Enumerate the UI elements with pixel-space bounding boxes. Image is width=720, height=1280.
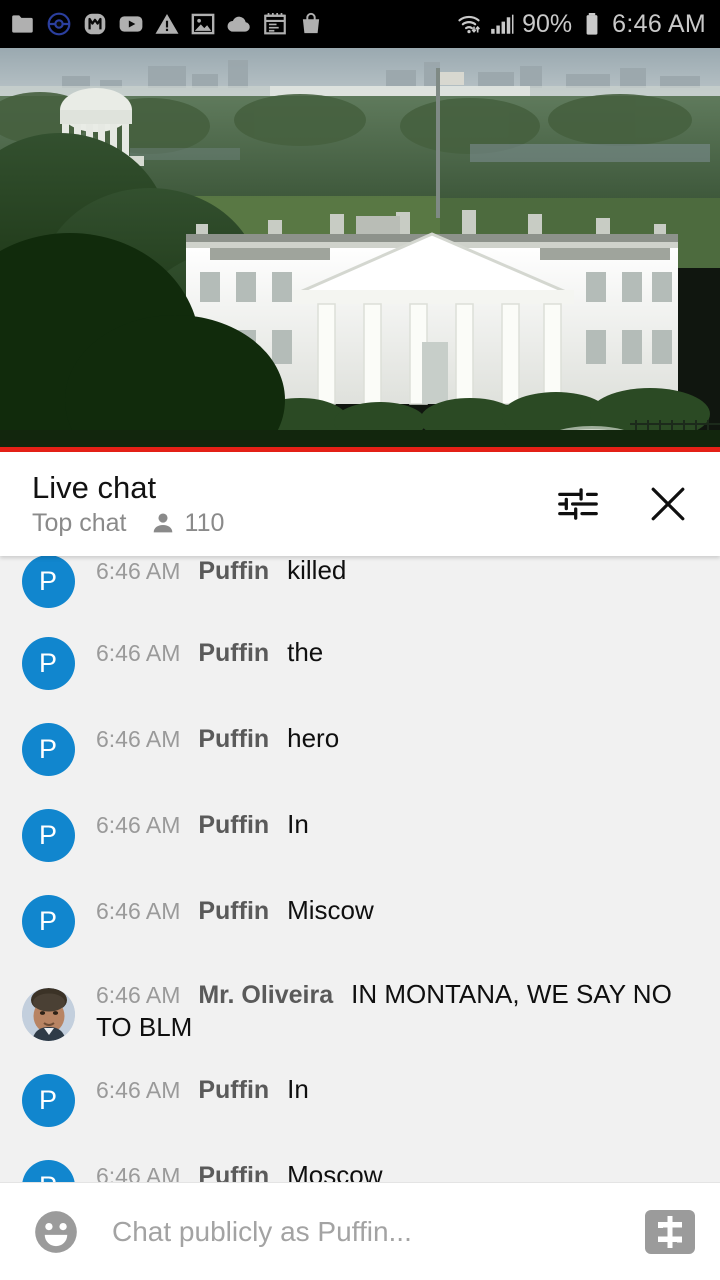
message-body: 6:46 AM Puffin In (96, 808, 696, 841)
shopping-bag-icon (298, 11, 324, 37)
message-timestamp: 6:46 AM (96, 982, 181, 1008)
chat-message-list[interactable]: P 6:46 AM Puffin killed P 6:46 AM Puffin… (0, 556, 720, 1182)
chat-input[interactable] (90, 1215, 638, 1248)
avatar-photo (21, 988, 75, 1041)
emoji-smiley-icon[interactable] (26, 1202, 86, 1262)
chat-message[interactable]: P 6:46 AM Puffin In (0, 792, 720, 878)
chat-message[interactable]: P 6:46 AM Puffin In (0, 1059, 720, 1143)
message-timestamp: 6:46 AM (96, 726, 181, 752)
message-author[interactable]: Puffin (198, 897, 269, 925)
avatar-wrap (0, 978, 96, 1041)
message-author[interactable]: Puffin (198, 811, 269, 839)
chat-message[interactable]: P 6:46 AM Puffin Moscow (0, 1143, 720, 1182)
youtube-live-chat-screen: 90% 6:46 AM Live chat Top chat 110 P 6:4… (0, 0, 720, 1280)
message-body: 6:46 AM Puffin the (96, 636, 696, 669)
message-text: IN MONTANA, WE SAY NO TO BLM (96, 979, 672, 1043)
live-chat-actions (550, 476, 696, 532)
live-chat-subtitle[interactable]: Top chat 110 (32, 510, 224, 536)
avatar[interactable]: P (21, 1159, 75, 1182)
youtube-icon (118, 11, 144, 37)
avatar-wrap: P (0, 894, 96, 948)
wifi-icon (456, 11, 482, 37)
avatar[interactable]: P (21, 556, 75, 608)
tune-sliders-icon[interactable] (550, 476, 606, 532)
viewer-count-label: 110 (184, 508, 225, 537)
avatar[interactable]: P (21, 1073, 75, 1127)
avatar-wrap: P (0, 1073, 96, 1127)
message-body: 6:46 AM Puffin In (96, 1073, 696, 1106)
message-text: Miscow (287, 895, 374, 925)
avatar-initial: P (38, 734, 57, 764)
status-bar-system-indicators: 90% 6:46 AM (456, 11, 706, 37)
message-text: killed (287, 556, 347, 585)
avatar-wrap: P (0, 556, 96, 608)
chat-message[interactable]: P 6:46 AM Puffin Miscow (0, 878, 720, 964)
avatar[interactable] (21, 988, 75, 1041)
white-house-video-frame (0, 48, 720, 447)
chat-message[interactable]: P 6:46 AM Puffin killed (0, 556, 720, 620)
message-timestamp: 6:46 AM (96, 1076, 181, 1103)
message-body: 6:46 AM Puffin Miscow (96, 894, 696, 927)
clock-label: 6:46 AM (612, 9, 706, 38)
cell-signal-icon (489, 11, 515, 37)
status-bar: 90% 6:46 AM (0, 0, 720, 48)
avatar-initial: P (38, 566, 57, 596)
status-bar-notification-icons (10, 11, 324, 37)
cloud-icon (226, 11, 252, 37)
message-text: the (287, 637, 324, 667)
page-title: Live chat (32, 470, 157, 505)
live-chat-titles: Live chat Top chat 110 (32, 472, 224, 536)
battery-icon (579, 11, 605, 37)
folder-icon (10, 11, 36, 37)
avatar[interactable]: P (21, 895, 75, 948)
avatar-wrap: P (0, 636, 96, 690)
live-chat-header: Live chat Top chat 110 (0, 452, 720, 556)
avatar-initial: P (38, 906, 57, 936)
chat-message[interactable]: P 6:46 AM Puffin the (0, 620, 720, 706)
chat-message[interactable]: P 6:46 AM Puffin hero (0, 706, 720, 792)
pokeball-icon (46, 11, 72, 37)
message-author[interactable]: Puffin (198, 725, 269, 753)
message-timestamp: 6:46 AM (96, 812, 181, 838)
chat-message[interactable]: 6:46 AM Mr. Oliveira IN MONTANA, WE SAY … (0, 964, 720, 1059)
avatar-initial: P (38, 648, 57, 678)
video-player[interactable] (0, 48, 720, 447)
avatar[interactable]: P (21, 723, 75, 776)
message-timestamp: 6:46 AM (96, 1162, 181, 1182)
message-author[interactable]: Puffin (198, 1162, 269, 1182)
message-body: 6:46 AM Puffin killed (96, 556, 696, 587)
message-text: Moscow (287, 1159, 383, 1182)
chat-mode-label[interactable]: Top chat (32, 510, 127, 536)
avatar-initial: P (39, 1172, 57, 1182)
warning-icon (154, 11, 180, 37)
avatar-wrap: P (0, 1159, 96, 1182)
message-body: 6:46 AM Mr. Oliveira IN MONTANA, WE SAY … (96, 978, 696, 1045)
message-body: 6:46 AM Puffin Moscow (96, 1159, 696, 1182)
close-icon[interactable] (640, 476, 696, 532)
battery-percent-label: 90% (522, 9, 573, 38)
photos-icon (190, 11, 216, 37)
message-body: 6:46 AM Puffin hero (96, 722, 696, 755)
message-timestamp: 6:46 AM (96, 898, 181, 924)
avatar[interactable]: P (21, 809, 75, 862)
message-author[interactable]: Puffin (198, 1076, 269, 1104)
chat-input-bar (0, 1182, 720, 1280)
avatar[interactable]: P (21, 637, 75, 690)
avatar-wrap: P (0, 722, 96, 776)
avatar-initial: P (38, 1084, 57, 1115)
m-app-icon (82, 11, 108, 37)
person-icon (150, 510, 176, 536)
message-text: hero (287, 723, 340, 753)
avatar-wrap: P (0, 808, 96, 862)
message-timestamp: 6:46 AM (96, 640, 181, 666)
avatar-initial: P (38, 820, 57, 850)
message-text: In (287, 1073, 309, 1104)
message-author[interactable]: Mr. Oliveira (198, 981, 333, 1009)
calendar-icon (262, 11, 288, 37)
message-timestamp: 6:46 AM (96, 558, 181, 584)
message-text: In (287, 809, 309, 839)
message-author[interactable]: Puffin (198, 557, 269, 585)
message-author[interactable]: Puffin (198, 639, 269, 667)
super-chat-dollar-icon[interactable] (642, 1208, 698, 1256)
